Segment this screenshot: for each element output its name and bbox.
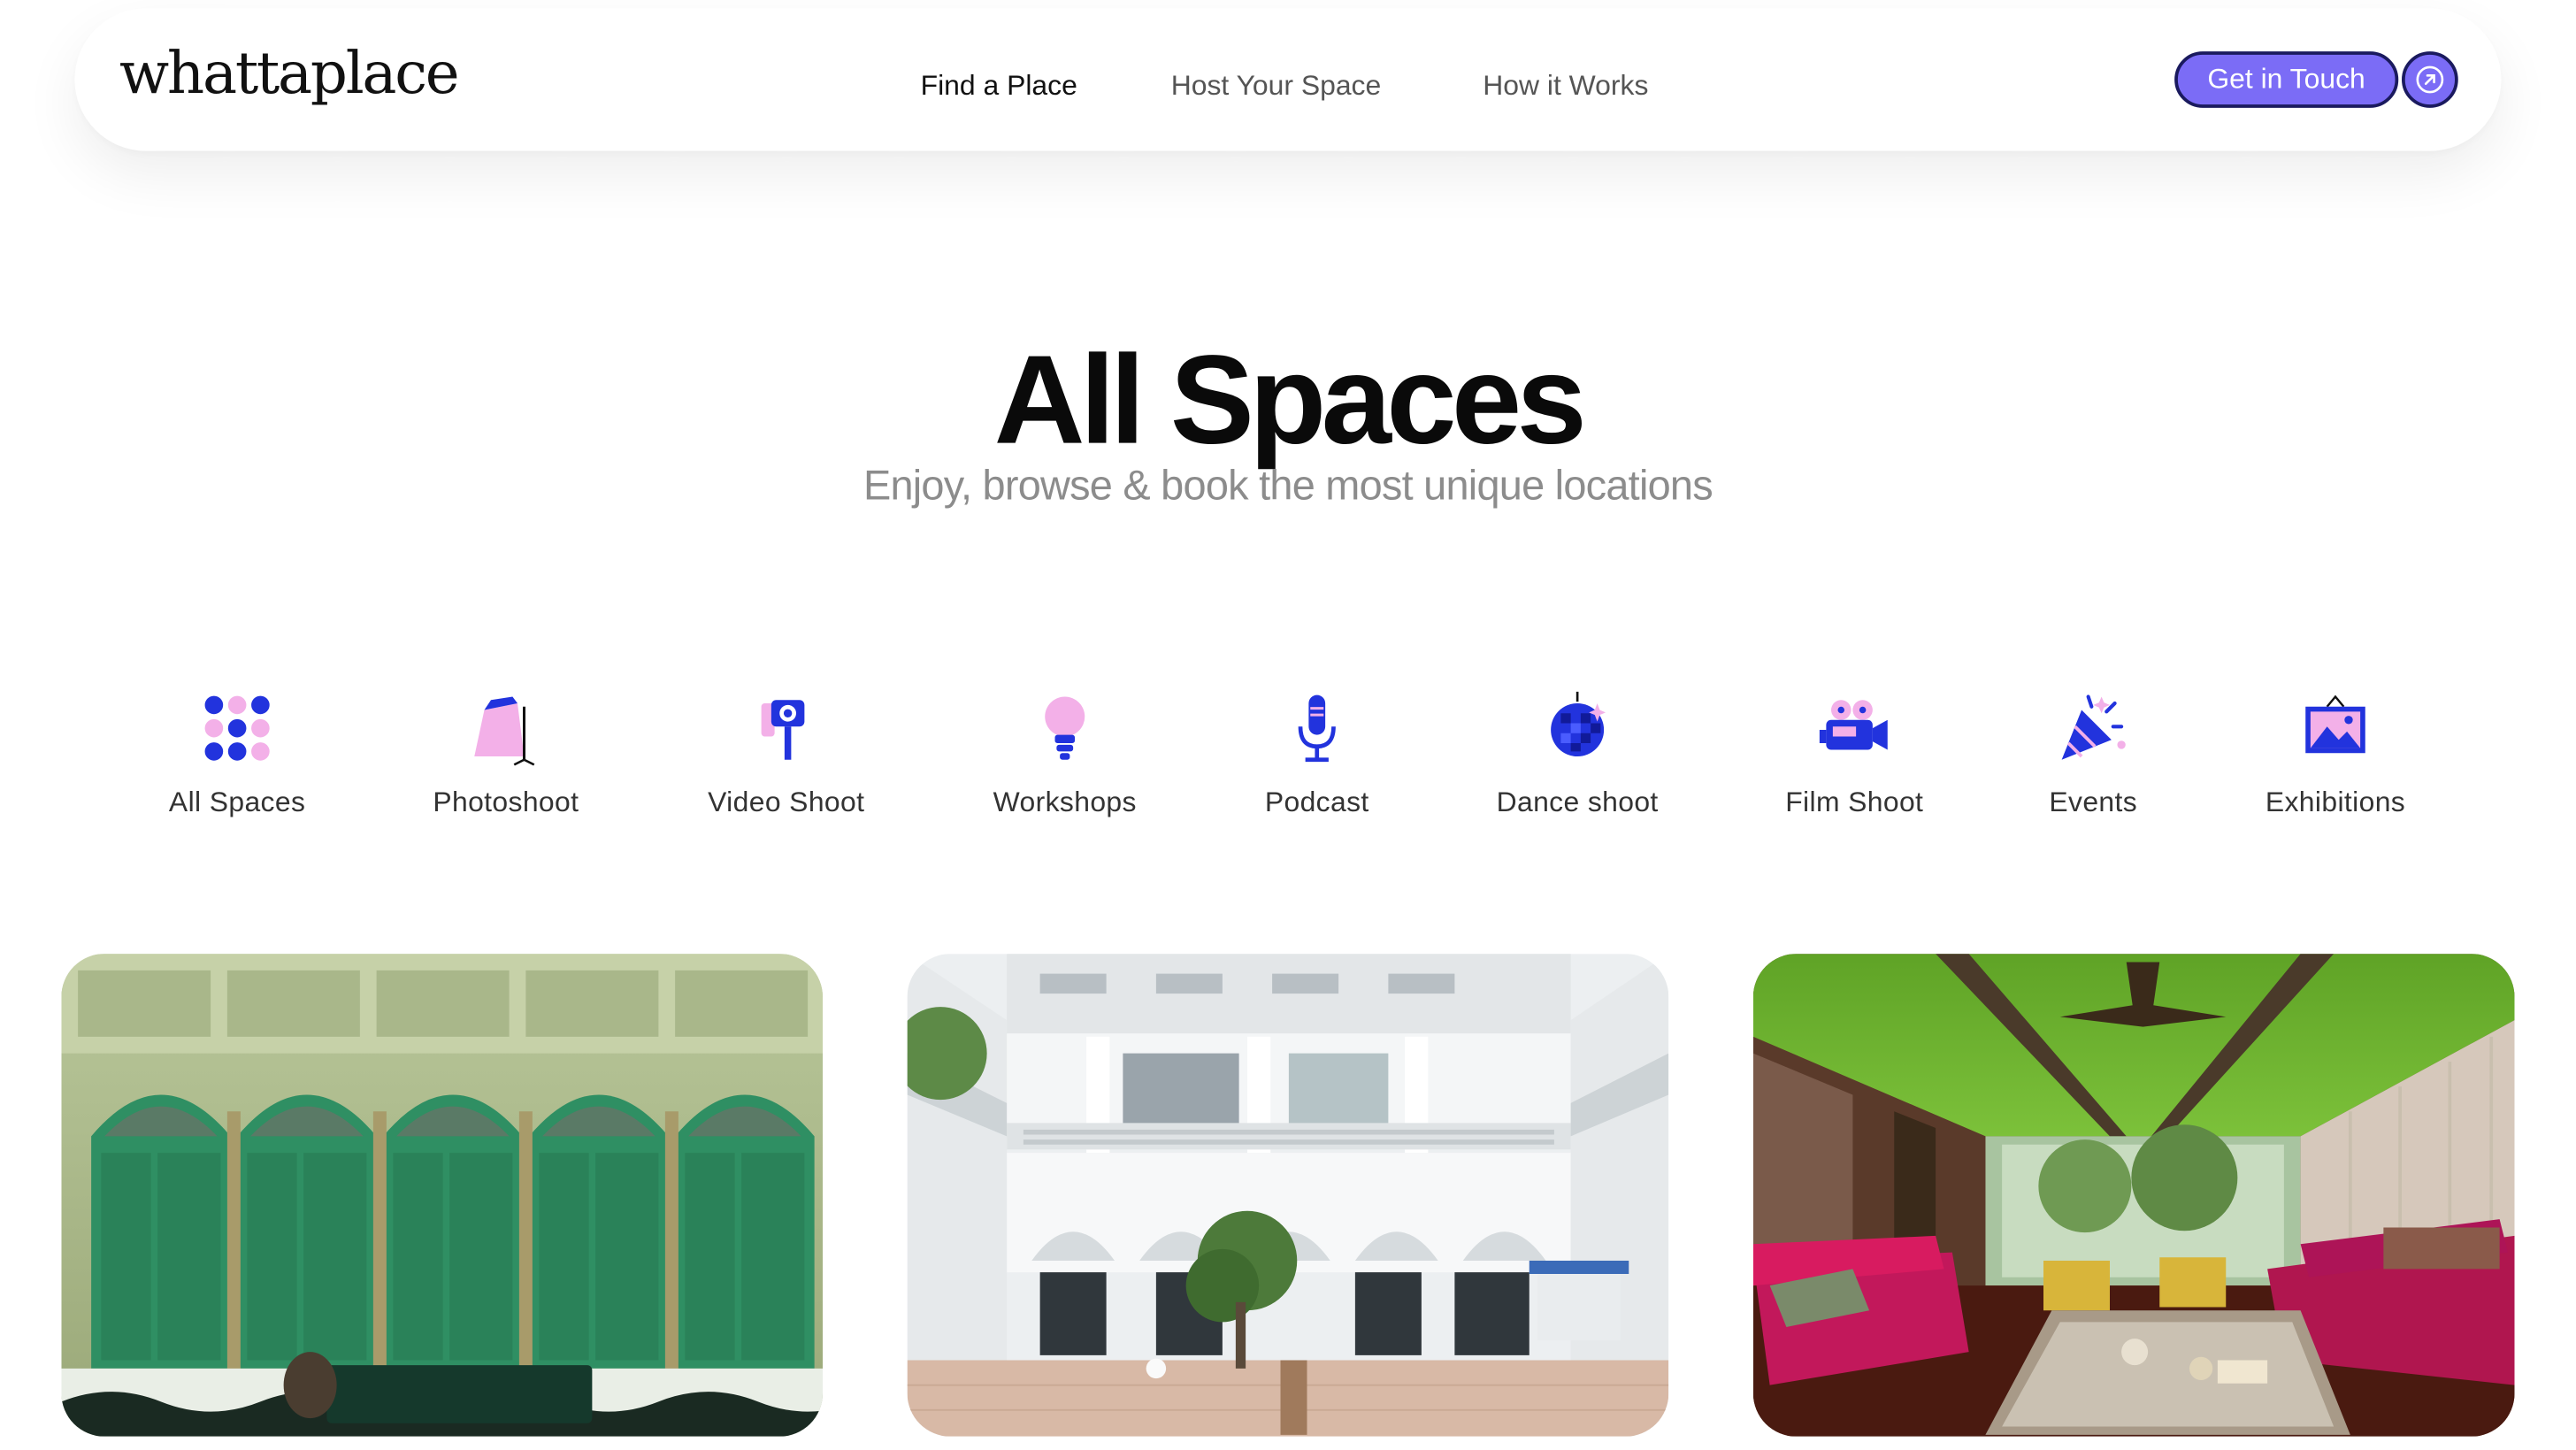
nav-host-your-space[interactable]: Host Your Space <box>1171 70 1381 104</box>
page-subtitle: Enjoy, browse & book the most unique loc… <box>862 463 1714 510</box>
category-label: Video Shoot <box>708 786 865 818</box>
listing-card-green-doors[interactable] <box>61 954 823 1437</box>
camera-on-stand-icon <box>761 700 805 760</box>
category-events[interactable]: Events <box>1977 690 2210 819</box>
category-label: All Spaces <box>168 786 306 818</box>
category-video-shoot[interactable]: Video Shoot <box>671 690 903 819</box>
category-label: Film Shoot <box>1785 786 1924 818</box>
party-popper-icon <box>2061 694 2126 760</box>
disco-ball-icon <box>1551 691 1606 756</box>
get-in-touch-button[interactable]: Get in Touch <box>2174 51 2399 108</box>
framed-picture-icon <box>2305 694 2365 754</box>
film-camera-icon <box>1819 700 1888 750</box>
category-label: Dance shoot <box>1496 786 1659 818</box>
brand-logo[interactable]: whattaplace <box>119 42 460 108</box>
listing-card-lounge[interactable] <box>1752 954 2515 1437</box>
studio-light-icon <box>474 696 535 766</box>
top-navbar: whattaplace Find a Place Host Your Space… <box>74 8 2502 151</box>
category-label: Events <box>2049 786 2138 818</box>
category-workshops[interactable]: Workshops <box>949 690 1182 819</box>
lightbulb-icon <box>1045 696 1085 760</box>
listing-card-white-courtyard[interactable] <box>907 954 1669 1437</box>
listing-image-white-courtyard <box>907 954 1669 1437</box>
page-title: All Spaces <box>993 330 1587 472</box>
category-label: Photoshoot <box>433 786 579 818</box>
category-film-shoot[interactable]: Film Shoot <box>1738 690 1971 819</box>
category-podcast[interactable]: Podcast <box>1201 690 1434 819</box>
category-label: Podcast <box>1264 786 1369 818</box>
listing-image-lounge <box>1752 954 2515 1437</box>
category-photoshoot[interactable]: Photoshoot <box>390 690 623 819</box>
nav-how-it-works[interactable]: How it Works <box>1483 70 1648 104</box>
category-label: Workshops <box>993 786 1137 818</box>
category-all-spaces[interactable]: All Spaces <box>121 690 354 819</box>
arrow-up-right-circle-icon[interactable] <box>2402 51 2458 108</box>
category-exhibitions[interactable]: Exhibitions <box>2220 690 2452 819</box>
listing-image-green-doors <box>61 954 823 1437</box>
microphone-icon <box>1298 694 1336 763</box>
category-dance-shoot[interactable]: Dance shoot <box>1461 690 1694 819</box>
dots-grid-icon <box>204 695 270 761</box>
category-label: Exhibitions <box>2265 786 2406 818</box>
get-in-touch-group: Get in Touch <box>2174 51 2458 108</box>
nav-find-a-place[interactable]: Find a Place <box>921 70 1077 104</box>
